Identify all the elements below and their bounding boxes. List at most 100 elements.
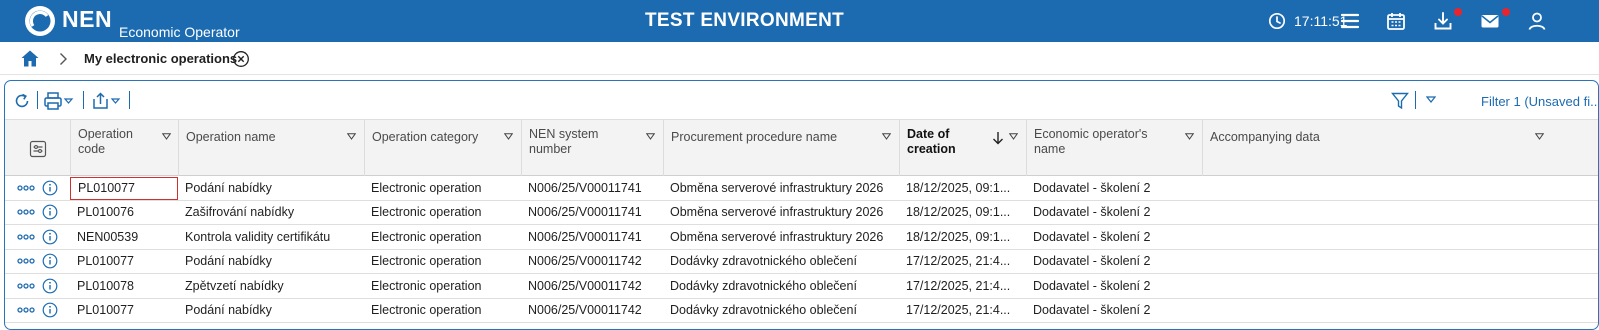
- table-row[interactable]: PL010078 Zpětvzetí nabídky Electronic op…: [5, 274, 1598, 299]
- menu-icon[interactable]: [1339, 10, 1361, 32]
- cell-operation-code: PL010077: [77, 254, 135, 269]
- column-header-economic-operator-name[interactable]: Economic operator's name: [1026, 120, 1202, 176]
- more-actions-icon[interactable]: [17, 256, 35, 266]
- column-header-label: Operation name: [186, 130, 276, 144]
- user-icon[interactable]: [1526, 10, 1548, 32]
- filter-icon[interactable]: [1391, 91, 1409, 111]
- column-menu-caret-icon[interactable]: [882, 133, 891, 140]
- dropdown-caret-icon[interactable]: [1426, 91, 1436, 111]
- column-menu-caret-icon[interactable]: [504, 133, 513, 140]
- column-header-procurement-procedure-name[interactable]: Procurement procedure name: [663, 120, 899, 176]
- cell-operation-code: NEN00539: [77, 229, 139, 244]
- column-menu-caret-icon[interactable]: [1535, 133, 1544, 140]
- column-header-label: NEN system number: [529, 127, 599, 156]
- table-row[interactable]: PL010077 Podání nabídky Electronic opera…: [5, 250, 1598, 275]
- cell-accompanying-data: [1202, 226, 1547, 249]
- cell-operation-name: Podání nabídky: [185, 181, 272, 195]
- close-tab-icon[interactable]: [232, 50, 250, 68]
- more-actions-icon[interactable]: [17, 305, 35, 315]
- table-row[interactable]: PL010077 Podání nabídky Electronic opera…: [5, 299, 1598, 323]
- cell-procurement-procedure-name: Obměna serverové infrastruktury 2026: [670, 229, 884, 244]
- table-row[interactable]: PL010077 Podání nabídky Electronic opera…: [5, 177, 1598, 201]
- refresh-icon[interactable]: [13, 91, 31, 111]
- calendar-icon[interactable]: [1385, 10, 1407, 32]
- column-menu-caret-icon[interactable]: [1185, 133, 1194, 140]
- cell-operation-category: Electronic operation: [371, 205, 482, 220]
- cell-nen-system-number: N006/25/V00011742: [528, 278, 642, 293]
- cell-operation-category: Electronic operation: [371, 303, 482, 317]
- cell-date-of-creation: 17/12/2025, 21:4...: [906, 254, 1011, 269]
- info-icon[interactable]: [42, 253, 58, 269]
- column-header-nen-system-number[interactable]: NEN system number: [521, 120, 663, 176]
- column-header-operation-code[interactable]: Operation code: [70, 120, 178, 176]
- more-actions-icon[interactable]: [17, 281, 35, 291]
- sort-descending-icon[interactable]: [992, 131, 1004, 145]
- toolbar-separator: [37, 91, 38, 109]
- cell-date-of-creation: 18/12/2025, 09:1...: [906, 205, 1011, 220]
- table-header: Operation code Operation name Operation …: [5, 119, 1598, 176]
- environment-title: TEST ENVIRONMENT: [644, 10, 845, 31]
- toolbar-separator: [1415, 91, 1416, 109]
- cell-date-of-creation: 17/12/2025, 21:4...: [906, 278, 1011, 293]
- saved-filter-selector[interactable]: Filter 1 (Unsaved fi...: [1481, 94, 1598, 109]
- download-icon[interactable]: [1432, 10, 1454, 32]
- column-header-operation-category[interactable]: Operation category: [364, 120, 521, 176]
- more-actions-icon[interactable]: [17, 207, 35, 217]
- cell-operation-category: Electronic operation: [371, 254, 482, 269]
- cell-operation-code: PL010078: [77, 278, 135, 293]
- mail-notification-dot: [1502, 8, 1510, 16]
- row-actions-cell: [5, 177, 70, 200]
- cell-operation-category: Electronic operation: [371, 229, 482, 244]
- column-menu-caret-icon[interactable]: [347, 133, 356, 140]
- cell-procurement-procedure-name: Dodávky zdravotnického oblečení: [670, 278, 857, 293]
- cell-nen-system-number: N006/25/V00011742: [528, 254, 642, 269]
- info-icon[interactable]: [42, 204, 58, 220]
- mail-icon[interactable]: [1479, 10, 1501, 32]
- column-header-date-of-creation[interactable]: Date of creation: [899, 120, 1026, 176]
- column-menu-caret-icon[interactable]: [162, 133, 171, 140]
- cell-economic-operator-name: Dodavatel - školení 2: [1033, 205, 1151, 220]
- cell-nen-system-number: N006/25/V00011741: [528, 205, 642, 220]
- column-header-accompanying-data[interactable]: Accompanying data: [1202, 120, 1547, 176]
- info-icon[interactable]: [42, 302, 58, 318]
- more-actions-icon[interactable]: [17, 232, 35, 242]
- cell-economic-operator-name: Dodavatel - školení 2: [1033, 278, 1151, 293]
- download-notification-dot: [1454, 8, 1462, 16]
- cell-procurement-procedure-name: Obměna serverové infrastruktury 2026: [670, 205, 884, 220]
- home-icon[interactable]: [20, 49, 40, 68]
- table-row[interactable]: NEN00539 Kontrola validity certifikátu E…: [5, 225, 1598, 250]
- column-menu-caret-icon[interactable]: [1009, 133, 1018, 140]
- breadcrumb: My electronic operations: [0, 42, 1599, 75]
- row-actions-cell: [5, 250, 70, 273]
- breadcrumb-current-page[interactable]: My electronic operations: [84, 51, 237, 66]
- top-bar: NEN Economic Operator TEST ENVIRONMENT 1…: [0, 0, 1599, 42]
- cell-operation-code: PL010077: [77, 303, 135, 317]
- cell-nen-system-number: N006/25/V00011741: [528, 181, 642, 195]
- row-actions-cell: [5, 226, 70, 249]
- cell-operation-code: PL010076: [77, 205, 135, 220]
- row-actions-cell: [5, 299, 70, 322]
- info-icon[interactable]: [42, 278, 58, 294]
- cell-economic-operator-name: Dodavatel - školení 2: [1033, 254, 1151, 269]
- toolbar-separator: [129, 91, 130, 109]
- column-header-label: Operation code: [78, 127, 133, 156]
- cell-accompanying-data: [1202, 201, 1547, 224]
- column-header-label: Operation category: [372, 130, 479, 144]
- column-settings-icon[interactable]: [29, 140, 47, 158]
- cell-procurement-procedure-name: Dodávky zdravotnického oblečení: [670, 254, 857, 269]
- cell-accompanying-data: [1202, 250, 1547, 273]
- cell-procurement-procedure-name: Dodávky zdravotnického oblečení: [670, 303, 857, 317]
- print-icon[interactable]: [43, 91, 75, 111]
- column-header-label: Procurement procedure name: [671, 130, 838, 144]
- cell-accompanying-data: [1202, 299, 1547, 322]
- chevron-right-icon: [60, 53, 67, 65]
- info-icon[interactable]: [42, 229, 58, 245]
- info-icon[interactable]: [42, 180, 58, 196]
- column-menu-caret-icon[interactable]: [646, 133, 655, 140]
- more-actions-icon[interactable]: [17, 183, 35, 193]
- table-row[interactable]: PL010076 Zašifrování nabídky Electronic …: [5, 201, 1598, 226]
- column-header-operation-name[interactable]: Operation name: [178, 120, 364, 176]
- cell-date-of-creation: 17/12/2025, 21:4...: [906, 303, 1011, 317]
- cell-operation-name: Podání nabídky: [185, 303, 272, 317]
- export-icon[interactable]: [91, 91, 123, 111]
